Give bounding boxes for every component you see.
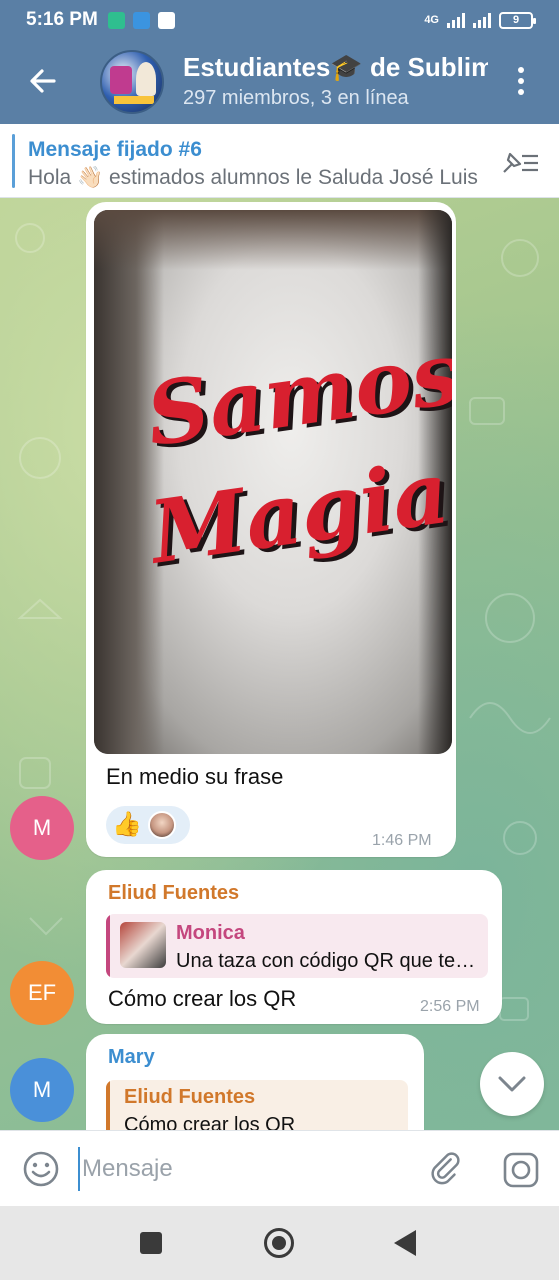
vpn-status-icon: [107, 11, 125, 29]
mug-print: Samos Samos Magia Magia: [141, 322, 452, 587]
recents-icon[interactable]: [140, 1232, 162, 1254]
reactor-avatar: [147, 811, 176, 839]
pinned-title: Mensaje fijado #6: [28, 138, 202, 161]
pinned-message-bar[interactable]: Mensaje fijado #6 Hola 👋🏻 estimados alum…: [0, 124, 559, 198]
quote-text: Cómo crear los QR: [124, 1114, 296, 1130]
sender-name[interactable]: Mary: [108, 1046, 155, 1069]
pinned-list-icon[interactable]: [500, 148, 540, 178]
status-right: 4G 9: [424, 11, 536, 29]
message-text: Cómo crear los QR: [108, 986, 297, 1011]
reply-quote[interactable]: Eliud Fuentes Cómo crear los QR: [106, 1080, 408, 1130]
pinned-text: Hola 👋🏻 estimados alumnos le Saluda José…: [28, 166, 478, 189]
upload-status-icon: [132, 11, 150, 29]
sender-avatar[interactable]: M: [10, 1058, 74, 1122]
reply-message[interactable]: Eliud Fuentes Monica Una taza con código…: [86, 870, 502, 1024]
message-caption: En medio su frase: [106, 764, 284, 789]
chat-member-count: 297 miembros, 3 en línea: [183, 87, 409, 109]
back-arrow-icon[interactable]: [26, 64, 60, 98]
thumbs-up-reaction: 👍: [112, 811, 142, 838]
chat-area[interactable]: Samos Samos Magia Magia En medio su fras…: [0, 198, 559, 1130]
message-time: 1:46 PM: [372, 832, 432, 849]
sender-avatar[interactable]: M: [10, 796, 74, 860]
photo-message[interactable]: Samos Samos Magia Magia En medio su fras…: [86, 202, 456, 857]
emoji-icon[interactable]: [22, 1150, 60, 1188]
scroll-down-button[interactable]: [480, 1052, 544, 1116]
message-composer: [0, 1130, 559, 1206]
quote-thumbnail: [120, 922, 166, 968]
app-header: 5:16 PM 4G 9 Estudiantes🎓 de Sublim 297 …: [0, 0, 559, 124]
reply-message[interactable]: Mary Eliud Fuentes Cómo crear los QR: [86, 1034, 424, 1130]
pinned-indicator: [12, 134, 15, 188]
home-icon[interactable]: [264, 1228, 294, 1258]
status-time: 5:16 PM: [26, 9, 98, 30]
message-time: 2:56 PM: [420, 998, 480, 1015]
battery-icon: 9: [499, 11, 536, 29]
reaction-chip[interactable]: 👍: [106, 806, 190, 844]
network-type: 4G: [424, 14, 439, 26]
quote-author: Eliud Fuentes: [124, 1086, 256, 1108]
mug-text-line-1-red: Samos: [141, 322, 452, 466]
status-bar: 5:16 PM 4G 9: [0, 0, 559, 40]
message-input[interactable]: [78, 1147, 408, 1191]
signal-icon: [447, 12, 465, 28]
phone-status-icon: [157, 11, 175, 29]
quote-text: Una taza con código QR que te lleve: [176, 950, 478, 972]
attach-icon[interactable]: [428, 1150, 466, 1188]
signal-icon-2: [473, 12, 491, 28]
sender-name[interactable]: Eliud Fuentes: [108, 882, 239, 905]
chevron-down-icon: [498, 1076, 526, 1092]
mug-photo[interactable]: Samos Samos Magia Magia: [94, 210, 452, 754]
chat-title: Estudiantes🎓 de Sublim: [183, 52, 488, 82]
system-nav-bar: [0, 1206, 559, 1280]
chat-title-area[interactable]: Estudiantes🎓 de Sublim 297 miembros, 3 e…: [183, 52, 488, 110]
camera-icon[interactable]: [502, 1151, 540, 1189]
reply-quote[interactable]: Monica Una taza con código QR que te lle…: [106, 914, 488, 978]
quote-author: Monica: [176, 922, 245, 944]
more-icon[interactable]: [510, 64, 532, 98]
battery-level: 9: [512, 14, 520, 26]
nav-back-icon[interactable]: [394, 1230, 416, 1256]
sender-avatar[interactable]: EF: [10, 961, 74, 1025]
group-avatar[interactable]: [100, 50, 164, 114]
